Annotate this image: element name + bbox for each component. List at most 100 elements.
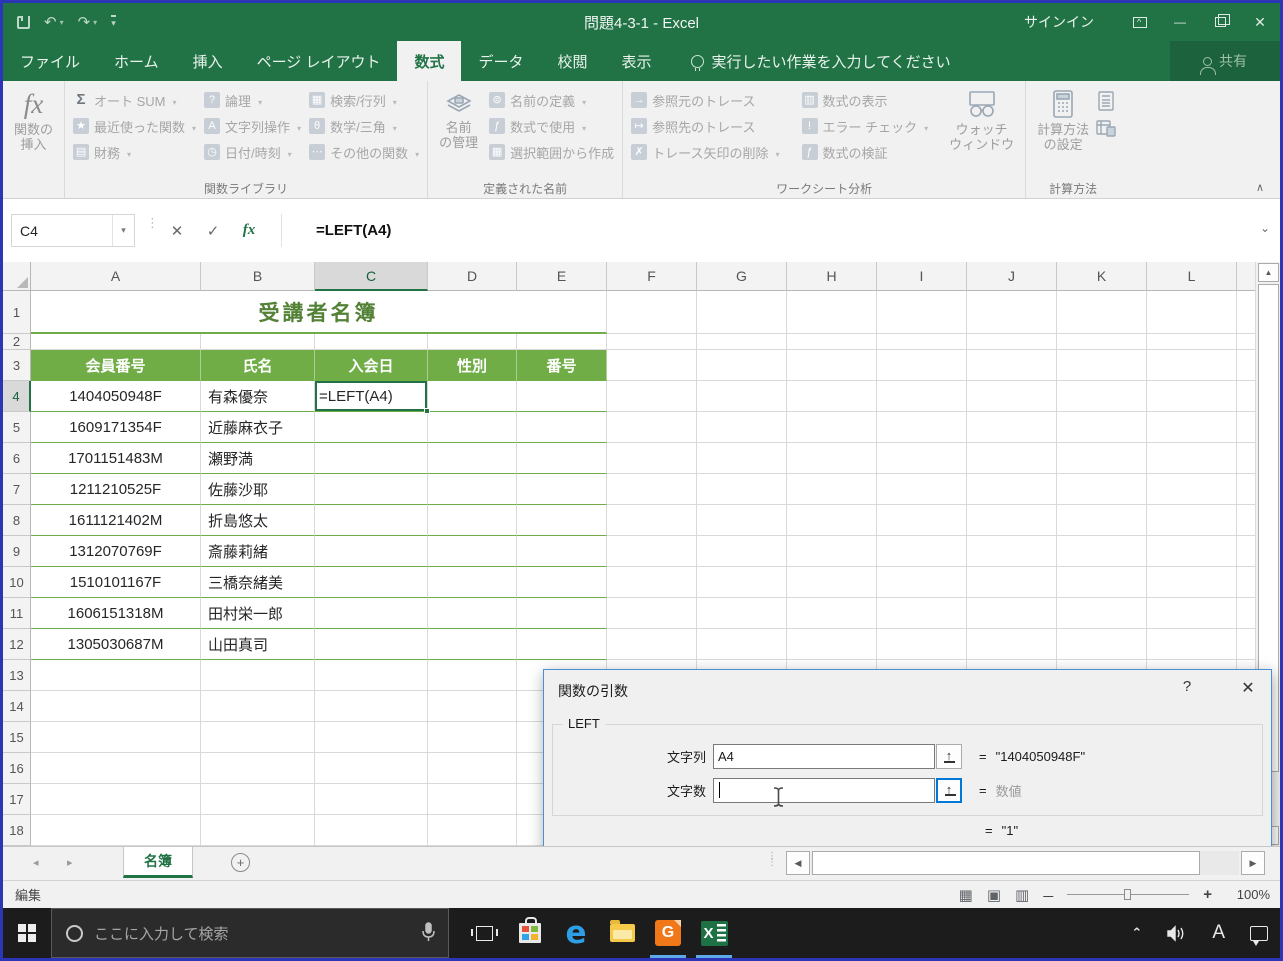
row-header-14[interactable]: 14 xyxy=(3,691,31,722)
cell-A13[interactable] xyxy=(31,660,201,691)
cell-E4[interactable] xyxy=(517,381,607,412)
cell-F9[interactable] xyxy=(607,536,697,567)
row-header-6[interactable]: 6 xyxy=(3,443,31,474)
cell-F11[interactable] xyxy=(607,598,697,629)
cell-I10[interactable] xyxy=(877,567,967,598)
cell-G12[interactable] xyxy=(697,629,787,660)
cell-I2[interactable] xyxy=(877,334,967,350)
cell-K6[interactable] xyxy=(1057,443,1147,474)
ribbon-tab-2[interactable]: 挿入 xyxy=(176,41,240,81)
show-formulas-button[interactable]: 数式の表示 xyxy=(798,87,933,113)
row-header-4[interactable]: 4 xyxy=(3,381,31,412)
error-checking-button[interactable]: エラー チェック xyxy=(798,113,933,139)
cell-F3[interactable] xyxy=(607,350,697,381)
cell-H11[interactable] xyxy=(787,598,877,629)
cell-G9[interactable] xyxy=(697,536,787,567)
column-header-D[interactable]: D xyxy=(428,262,517,291)
cell-D7[interactable] xyxy=(428,474,517,505)
cell-L2[interactable] xyxy=(1147,334,1237,350)
sheet-tab-active[interactable]: 名簿 xyxy=(123,847,193,878)
row-header-3[interactable]: 3 xyxy=(3,350,31,381)
cell-F12[interactable] xyxy=(607,629,697,660)
cell-H8[interactable] xyxy=(787,505,877,536)
ribbon-display-options-button[interactable] xyxy=(1120,3,1160,41)
page-break-view-button[interactable] xyxy=(1015,886,1029,904)
cell-B5[interactable]: 近藤麻衣子 xyxy=(201,412,315,443)
cell-K7[interactable] xyxy=(1057,474,1147,505)
row-header-13[interactable]: 13 xyxy=(3,660,31,691)
cell-C15[interactable] xyxy=(315,722,428,753)
row-header-5[interactable]: 5 xyxy=(3,412,31,443)
ribbon-tab-5[interactable]: データ xyxy=(461,41,540,81)
row-header-17[interactable]: 17 xyxy=(3,784,31,815)
cell-C12[interactable] xyxy=(315,629,428,660)
cell-D12[interactable] xyxy=(428,629,517,660)
more-functions-button[interactable]: その他の関数 xyxy=(305,139,423,165)
formula-bar-expand-icon[interactable] xyxy=(1260,221,1270,235)
text-functions-button[interactable]: 文字列操作 xyxy=(200,113,305,139)
cell-G4[interactable] xyxy=(697,381,787,412)
cell-G8[interactable] xyxy=(697,505,787,536)
cell-I7[interactable] xyxy=(877,474,967,505)
cell-A2[interactable] xyxy=(31,334,201,350)
cell-L12[interactable] xyxy=(1147,629,1237,660)
cancel-entry-button[interactable] xyxy=(159,214,195,247)
microphone-icon[interactable] xyxy=(421,922,436,943)
formula-input[interactable]: =LEFT(A4) xyxy=(281,214,1240,247)
cell-B17[interactable] xyxy=(201,784,315,815)
save-button[interactable] xyxy=(17,16,30,29)
cell-A9[interactable]: 1312070769F xyxy=(31,536,201,567)
recently-used-button[interactable]: 最近使った関数 xyxy=(69,113,200,139)
page-layout-view-button[interactable] xyxy=(987,886,1001,904)
cell-L3[interactable] xyxy=(1147,350,1237,381)
table-header-D[interactable]: 性別 xyxy=(428,350,517,381)
cell-A4[interactable]: 1404050948F xyxy=(31,381,201,412)
name-manager-button[interactable]: 名前の管理 xyxy=(432,85,485,154)
cell-J4[interactable] xyxy=(967,381,1057,412)
dialog-close-button[interactable] xyxy=(1230,676,1266,702)
zoom-slider-thumb[interactable] xyxy=(1124,889,1131,900)
task-view-button[interactable] xyxy=(461,908,507,958)
cell-E10[interactable] xyxy=(517,567,607,598)
cell-I5[interactable] xyxy=(877,412,967,443)
cell-E5[interactable] xyxy=(517,412,607,443)
cell-C10[interactable] xyxy=(315,567,428,598)
cell-E7[interactable] xyxy=(517,474,607,505)
ribbon-tab-0[interactable]: ファイル xyxy=(3,41,97,81)
cell-L9[interactable] xyxy=(1147,536,1237,567)
math-trig-button[interactable]: 数学/三角 xyxy=(305,113,423,139)
redo-button[interactable] xyxy=(78,13,98,31)
cell-I8[interactable] xyxy=(877,505,967,536)
restore-button[interactable] xyxy=(1200,3,1240,41)
column-header-E[interactable]: E xyxy=(517,262,607,291)
start-button[interactable] xyxy=(3,908,51,958)
cell-D6[interactable] xyxy=(428,443,517,474)
row-header-15[interactable]: 15 xyxy=(3,722,31,753)
cell-F2[interactable] xyxy=(607,334,697,350)
cell-J9[interactable] xyxy=(967,536,1057,567)
cell-C6[interactable] xyxy=(315,443,428,474)
cell-C11[interactable] xyxy=(315,598,428,629)
ribbon-tab-3[interactable]: ページ レイアウト xyxy=(240,41,398,81)
remove-arrows-button[interactable]: トレース矢印の削除 xyxy=(627,139,783,165)
cell-K10[interactable] xyxy=(1057,567,1147,598)
row-header-8[interactable]: 8 xyxy=(3,505,31,536)
cell-L8[interactable] xyxy=(1147,505,1237,536)
cell-K2[interactable] xyxy=(1057,334,1147,350)
text-arg-input[interactable]: A4 xyxy=(713,744,935,769)
cell-E2[interactable] xyxy=(517,334,607,350)
cell-G2[interactable] xyxy=(697,334,787,350)
column-header-B[interactable]: B xyxy=(201,262,315,291)
horizontal-scrollbar[interactable] xyxy=(811,851,1239,875)
cell-B4[interactable]: 有森優奈 xyxy=(201,381,315,412)
cell-D17[interactable] xyxy=(428,784,517,815)
customize-qat-button[interactable] xyxy=(111,15,116,29)
cell-B15[interactable] xyxy=(201,722,315,753)
cell-C13[interactable] xyxy=(315,660,428,691)
cell-F8[interactable] xyxy=(607,505,697,536)
cell-D15[interactable] xyxy=(428,722,517,753)
cell-G7[interactable] xyxy=(697,474,787,505)
undo-button[interactable] xyxy=(44,13,64,31)
calculation-options-button[interactable]: 計算方法の設定 xyxy=(1030,85,1096,156)
cell-C18[interactable] xyxy=(315,815,428,846)
